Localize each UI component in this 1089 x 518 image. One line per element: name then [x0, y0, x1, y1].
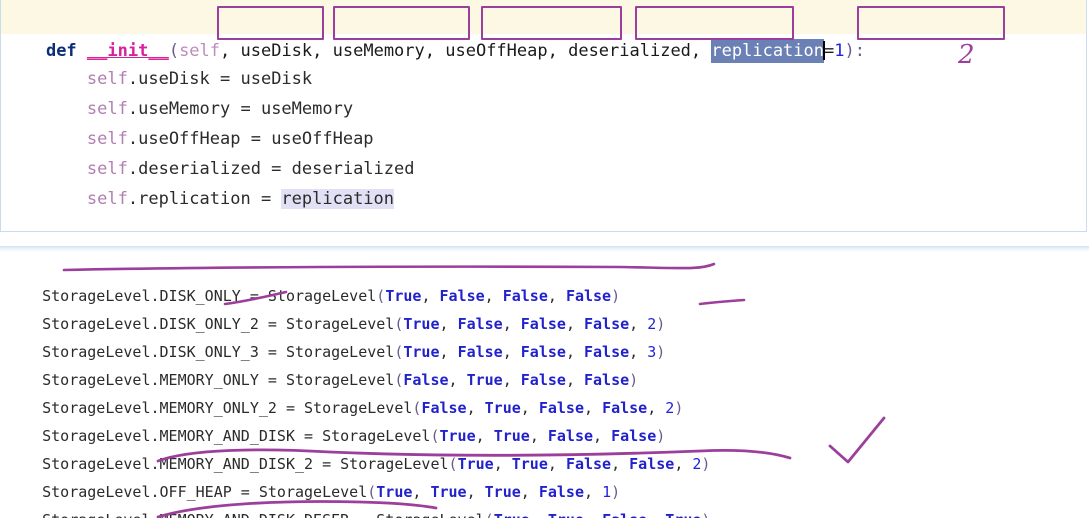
storage-level-row[interactable]: StorageLevel.DISK_ONLY_3 = StorageLevel(…	[0, 310, 1089, 361]
sl-arg-8-2: False	[602, 511, 647, 518]
dot-4: .	[127, 189, 139, 209]
assignment-line-useMemory[interactable]: self.useMemory = useMemory	[1, 64, 1086, 119]
sl-name-8: MEMORY_AND_DISK_DESER	[160, 511, 350, 518]
sl-arg-8-3: True	[665, 511, 701, 518]
eq-4: =	[250, 189, 282, 209]
storage-level-row[interactable]: StorageLevel.DISK_ONLY = StorageLevel(Tr…	[0, 254, 1089, 305]
storage-level-row[interactable]: StorageLevel.MEMORY_AND_DISK = StorageLe…	[0, 394, 1089, 445]
panel-top-shadow	[0, 246, 1089, 252]
storage-level-row[interactable]: StorageLevel.MEMORY_AND_DISK_2 = Storage…	[0, 422, 1089, 473]
code-editor-panel[interactable]: def __init__(self, useDisk, useMemory, u…	[0, 0, 1087, 232]
storage-level-row[interactable]: StorageLevel.DISK_ONLY_2 = StorageLevel(…	[0, 282, 1089, 333]
function-signature-line[interactable]: def __init__(self, useDisk, useMemory, u…	[1, 0, 1086, 63]
storage-level-row[interactable]: StorageLevel.OFF_HEAP = StorageLevel(Tru…	[0, 450, 1089, 501]
assignment-line-useOffHeap[interactable]: self.useOffHeap = useOffHeap	[1, 94, 1086, 149]
value-replication-highlighted: replication	[281, 189, 395, 209]
storage-level-row[interactable]: StorageLevel.MEMORY_ONLY_2 = StorageLeve…	[0, 366, 1089, 417]
assignment-line-replication[interactable]: self.replication = replication	[1, 154, 1086, 209]
sl-arg-8-0: True	[494, 511, 530, 518]
attr-replication: replication	[138, 189, 251, 209]
self-token-4: self	[86, 189, 128, 209]
assignment-line-useDisk[interactable]: self.useDisk = useDisk	[1, 34, 1086, 89]
sl-ctor-8: StorageLevel	[376, 511, 484, 518]
storage-level-constants-panel[interactable]: StorageLevel.DISK_ONLY = StorageLevel(Tr…	[0, 246, 1089, 518]
assignment-line-deserialized[interactable]: self.deserialized = deserialized	[1, 124, 1086, 179]
storage-level-row[interactable]: StorageLevel.MEMORY_AND_DISK_DESER = Sto…	[0, 478, 1089, 518]
storage-level-row[interactable]: StorageLevel.MEMORY_ONLY = StorageLevel(…	[0, 338, 1089, 389]
sl-arg-8-1: True	[548, 511, 584, 518]
sl-class-8: StorageLevel	[42, 511, 150, 518]
